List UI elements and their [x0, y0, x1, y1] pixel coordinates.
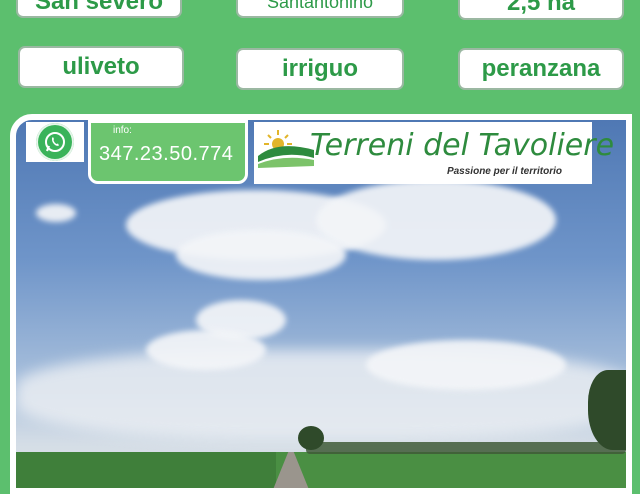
tag-area: 2,5 ha: [458, 0, 624, 20]
tag-locality-label: Santantonino: [266, 0, 374, 12]
tree: [588, 370, 626, 450]
tag-variety-label: peranzana: [481, 55, 601, 82]
phone-number[interactable]: 347.23.50.774: [99, 143, 233, 166]
field-left: [16, 452, 276, 488]
cloud: [316, 180, 556, 260]
brand-logo: Terreni del Tavoliere Passione per il te…: [254, 122, 614, 184]
whatsapp-icon[interactable]: [36, 123, 74, 161]
whatsapp-badge[interactable]: [26, 122, 84, 162]
tag-location-label: San severo: [34, 0, 164, 15]
field: [276, 452, 626, 488]
cloud: [366, 340, 566, 390]
tag-irrigation-label: irriguo: [282, 55, 358, 82]
tag-crop: uliveto: [18, 46, 184, 88]
tag-irrigation: irriguo: [236, 48, 404, 90]
tag-locality: Santantonino: [236, 0, 404, 18]
tag-variety: peranzana: [458, 48, 624, 90]
cloud: [176, 230, 346, 280]
tag-crop-label: uliveto: [62, 53, 140, 80]
tag-location: San severo: [16, 0, 182, 18]
info-label: info:: [113, 125, 132, 136]
logo-title: Terreni del Tavoliere: [310, 128, 615, 163]
tag-area-label: 2,5 ha: [506, 0, 576, 16]
cloud: [146, 330, 266, 370]
contact-phone-box[interactable]: info: 347.23.50.774: [88, 120, 248, 184]
tree-line: [306, 442, 626, 454]
tree: [298, 426, 324, 450]
logo-subtitle: Passione per il territorio: [446, 166, 562, 177]
cloud: [36, 204, 76, 222]
